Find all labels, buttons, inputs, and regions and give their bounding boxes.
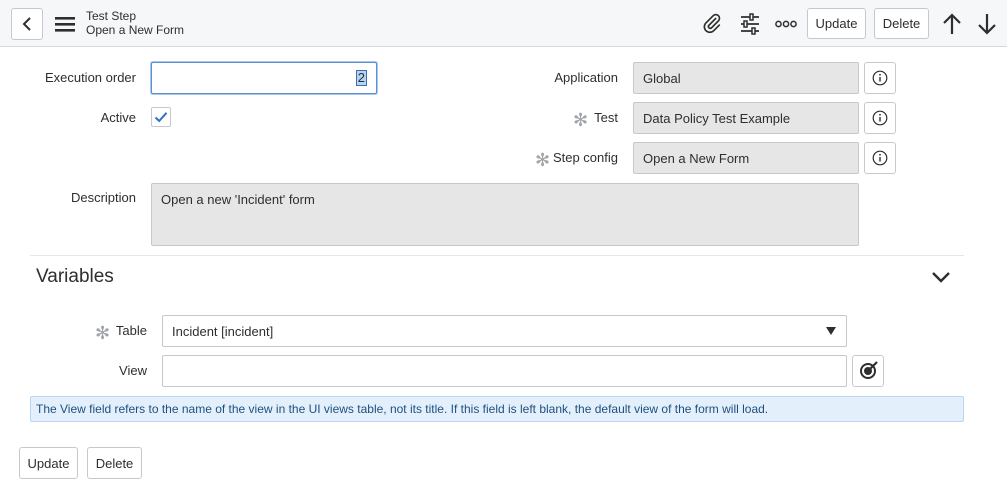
arrow-up-icon[interactable]	[941, 12, 963, 36]
view-lookup-button[interactable]	[852, 355, 884, 387]
step-config-field: Open a New Form	[633, 142, 859, 174]
test-value: Data Policy Test Example	[643, 110, 791, 126]
table-select[interactable]: Incident [incident]	[162, 315, 847, 347]
application-field: Global	[633, 62, 859, 94]
dropdown-arrow-icon	[826, 327, 836, 335]
record-type: Test Step	[86, 9, 137, 23]
info-icon	[872, 110, 888, 126]
application-label: Application	[554, 70, 618, 85]
step-config-value: Open a New Form	[643, 150, 750, 166]
description-label: Description	[70, 190, 136, 205]
form-header: Test Step Open a New Form Update Delete	[0, 0, 1007, 47]
info-icon	[872, 150, 888, 166]
paperclip-icon[interactable]	[700, 12, 724, 36]
back-button[interactable]	[11, 8, 43, 40]
required-marker: ✻	[95, 323, 111, 343]
chevron-down-icon[interactable]	[930, 268, 952, 286]
chevron-left-icon	[22, 17, 31, 31]
view-info-message: The View field refers to the name of the…	[30, 396, 964, 422]
header-delete-button[interactable]: Delete	[874, 8, 929, 39]
view-info-text: The View field refers to the name of the…	[36, 402, 769, 416]
arrow-down-icon[interactable]	[976, 12, 998, 36]
execution-order-input[interactable]: 2	[151, 62, 377, 94]
application-value: Global	[643, 70, 681, 86]
view-input[interactable]	[162, 355, 847, 387]
table-label: Table	[115, 323, 147, 338]
execution-order-label: Execution order	[44, 70, 136, 85]
description-value: Open a new 'Incident' form	[161, 192, 315, 207]
step-config-info-button[interactable]	[864, 142, 896, 174]
reference-lookup-icon	[860, 361, 878, 379]
form-title: Test Step Open a New Form	[86, 9, 184, 37]
footer-delete-button[interactable]: Delete	[87, 447, 142, 479]
step-config-label: Step config	[552, 150, 618, 165]
active-label: Active	[100, 110, 136, 125]
section-divider	[30, 255, 964, 256]
header-update-button[interactable]: Update	[807, 8, 866, 39]
info-icon	[872, 70, 888, 86]
test-info-button[interactable]	[864, 102, 896, 134]
view-label: View	[119, 363, 147, 378]
more-options-icon[interactable]	[774, 16, 798, 32]
table-selected-value: Incident [incident]	[172, 323, 274, 339]
checkmark-icon	[154, 112, 168, 123]
sliders-icon[interactable]	[738, 12, 762, 36]
variables-section-title: Variables	[36, 266, 114, 287]
test-field: Data Policy Test Example	[633, 102, 859, 134]
active-checkbox[interactable]	[151, 107, 171, 127]
application-info-button[interactable]	[864, 62, 896, 94]
hamburger-icon[interactable]	[54, 14, 76, 34]
record-name: Open a New Form	[86, 23, 185, 37]
footer-update-button[interactable]: Update	[19, 447, 78, 479]
execution-order-value: 2	[355, 70, 367, 86]
test-label: Test	[594, 110, 618, 125]
description-field[interactable]: Open a new 'Incident' form	[151, 183, 859, 246]
